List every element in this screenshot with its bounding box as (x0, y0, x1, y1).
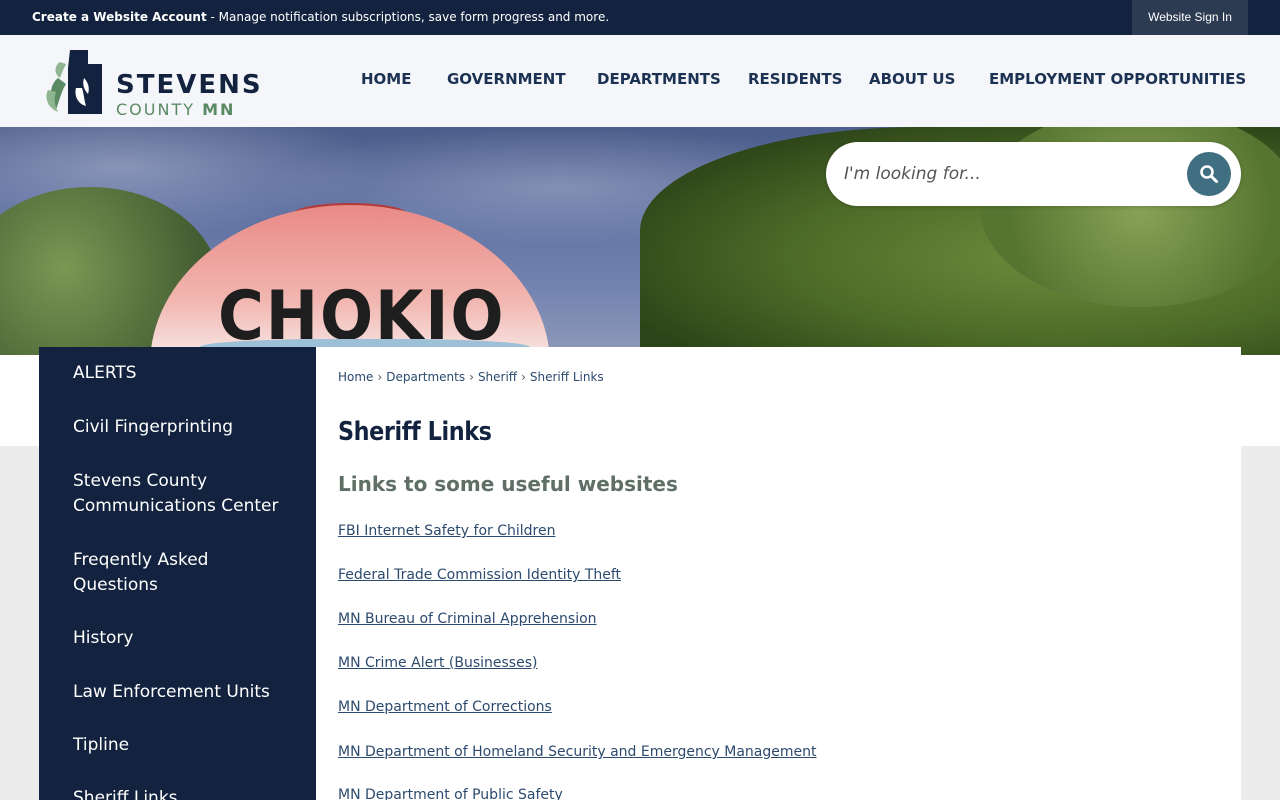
sidebar-item-communications-center[interactable]: Stevens County Communications Center (73, 469, 293, 519)
link-mn-public-safety[interactable]: MN Department of Public Safety (338, 787, 563, 800)
nav-government[interactable]: GOVERNMENT (447, 70, 566, 88)
breadcrumb-separator: › (521, 370, 526, 384)
logo-county-text: COUNTY (116, 100, 195, 119)
page-subtitle: Links to some useful websites (338, 472, 678, 496)
create-account-link[interactable]: Create a Website Account (32, 10, 207, 24)
sidebar-item-civil-fingerprinting[interactable]: Civil Fingerprinting (73, 415, 293, 440)
link-mn-crime-alert[interactable]: MN Crime Alert (Businesses) (338, 655, 537, 671)
sidebar-item-law-enforcement-units[interactable]: Law Enforcement Units (73, 680, 293, 705)
link-ftc-identity-theft[interactable]: Federal Trade Commission Identity Theft (338, 567, 621, 583)
nav-employment-opportunities[interactable]: EMPLOYMENT OPPORTUNITIES (989, 70, 1246, 88)
breadcrumb-separator: › (469, 370, 474, 384)
sidebar-item-history[interactable]: History (73, 626, 293, 651)
website-sign-in-button[interactable]: Website Sign In (1132, 0, 1248, 35)
nav-departments[interactable]: DEPARTMENTS (597, 70, 721, 88)
link-mn-bca[interactable]: MN Bureau of Criminal Apprehension (338, 611, 597, 627)
breadcrumb-sheriff[interactable]: Sheriff (478, 370, 517, 384)
link-fbi-internet-safety[interactable]: FBI Internet Safety for Children (338, 523, 555, 539)
nav-home[interactable]: HOME (361, 70, 411, 88)
search-icon (1200, 165, 1218, 183)
logo-state-text: MN (202, 100, 236, 119)
sidebar-item-sheriff-links[interactable]: Sheriff Links (73, 786, 293, 800)
site-search (826, 142, 1241, 206)
main-content: Home › Departments › Sheriff › Sheriff Links S… (316, 347, 1241, 800)
nav-residents[interactable]: RESIDENTS (748, 70, 842, 88)
breadcrumb-sheriff-links[interactable]: Sheriff Links (530, 370, 604, 384)
breadcrumb-home[interactable]: Home (338, 370, 373, 384)
account-promo: Create a Website Account - Manage notifi… (32, 10, 609, 24)
county-map-icon (46, 50, 102, 114)
search-input[interactable] (844, 156, 1174, 192)
breadcrumb-separator: › (377, 370, 383, 384)
stevens-county-logo[interactable]: STEVENS COUNTY MN (44, 48, 261, 119)
link-mn-corrections[interactable]: MN Department of Corrections (338, 699, 552, 715)
top-utility-bar: Create a Website Account - Manage notifi… (0, 0, 1280, 35)
sidebar-item-faq[interactable]: Freqently Asked Questions (73, 548, 293, 598)
logo-wordmark: STEVENS (116, 70, 263, 100)
breadcrumb: Home › Departments › Sheriff › Sheriff Links (338, 370, 604, 384)
site-header: STEVENS COUNTY MN HOME GOVERNMENT DEPART… (0, 35, 1280, 127)
sidebar-item-tipline[interactable]: Tipline (73, 733, 293, 758)
nav-about-us[interactable]: ABOUT US (869, 70, 955, 88)
link-mn-homeland-security[interactable]: MN Department of Homeland Security and E… (338, 744, 817, 760)
account-promo-text: - Manage notification subscriptions, sav… (206, 10, 610, 24)
search-button[interactable] (1187, 152, 1231, 196)
page-title: Sheriff Links (338, 417, 492, 447)
breadcrumb-departments[interactable]: Departments (386, 370, 465, 384)
sidebar-item-alerts[interactable]: ALERTS (73, 361, 293, 386)
section-sidebar: ALERTS Civil Fingerprinting Stevens Coun… (39, 347, 316, 800)
logo-subtitle: COUNTY MN (116, 100, 235, 119)
